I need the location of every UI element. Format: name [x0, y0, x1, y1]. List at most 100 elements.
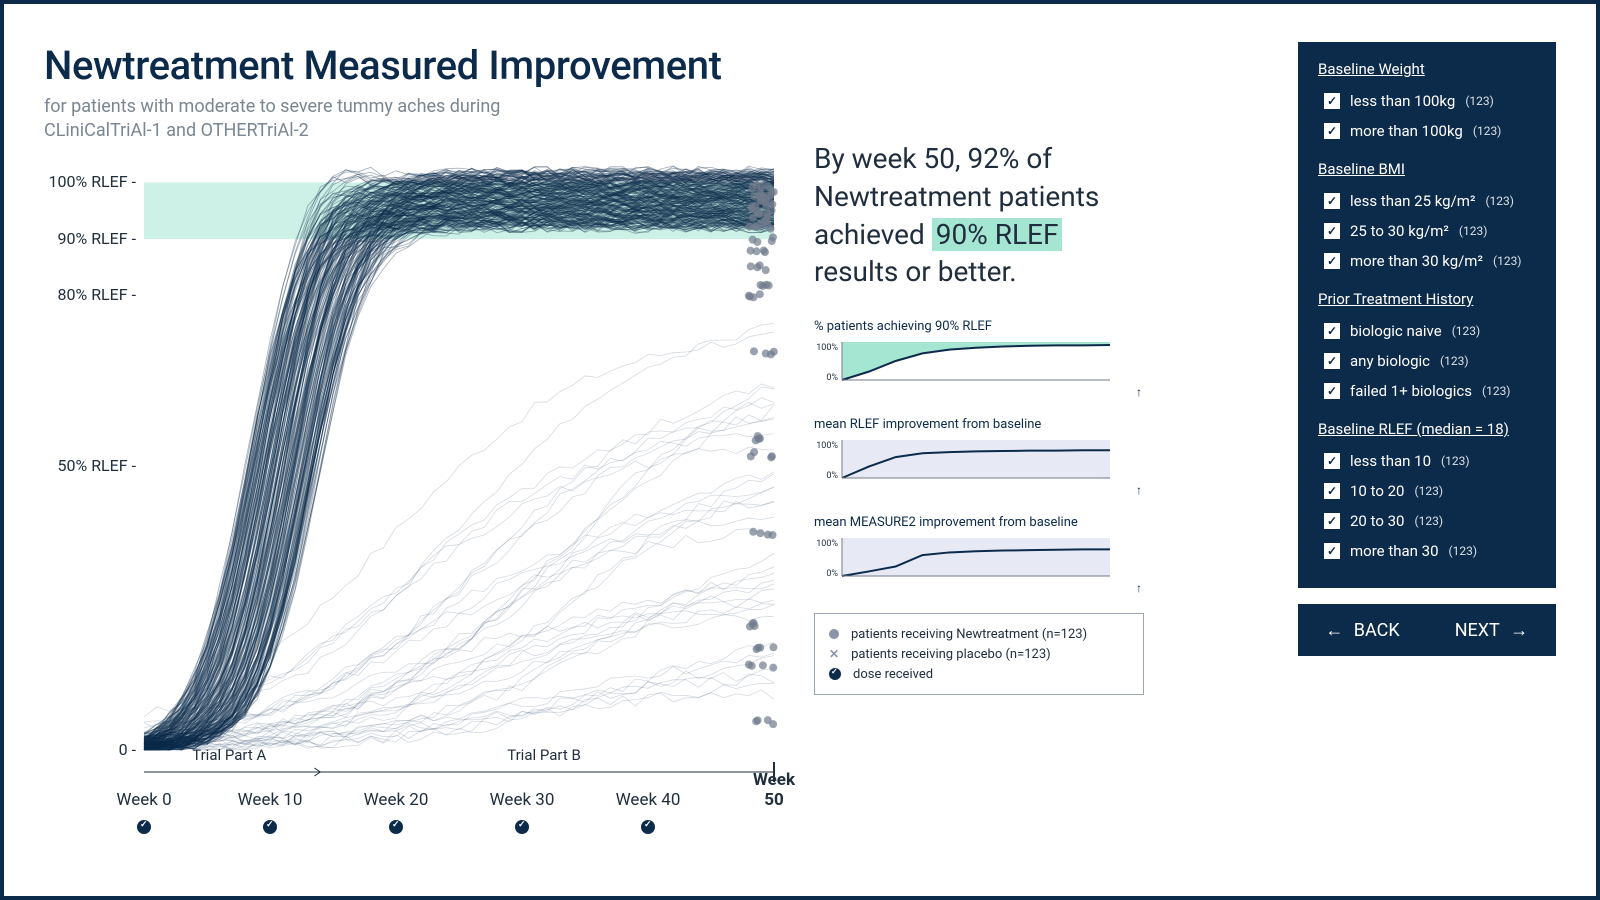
mini-chart: mean MEASURE2 improvement from baseline 1… [814, 515, 1144, 595]
filter-count: (123) [1414, 484, 1443, 498]
dose-marker-icon [515, 820, 529, 834]
page-subtitle: for patients with moderate to severe tum… [44, 95, 544, 144]
filter-count: (123) [1441, 454, 1470, 468]
dose-marker-icon [389, 820, 403, 834]
filter-count: (123) [1414, 514, 1443, 528]
y-tick-label: 100% RLEF - [44, 172, 136, 191]
mini-chart-title: mean RLEF improvement from baseline [814, 417, 1144, 432]
filter-label: failed 1+ biologics [1350, 382, 1472, 400]
svg-text:0%: 0% [826, 373, 838, 383]
checkbox-icon: ✓ [1324, 383, 1340, 399]
filter-count: (123) [1493, 254, 1522, 268]
filter-label: more than 100kg [1350, 122, 1463, 140]
filter-label: more than 30 [1350, 542, 1439, 560]
filter-label: biologic naive [1350, 322, 1442, 340]
filter-checkbox-row[interactable]: ✓ less than 100kg (123) [1318, 86, 1536, 116]
phase-label: Trial Part A [192, 746, 266, 764]
checkbox-icon: ✓ [1324, 253, 1340, 269]
filter-group-title: Prior Treatment History [1318, 290, 1536, 308]
back-button[interactable]: ← BACK [1298, 604, 1427, 656]
x-tick-label: Week 10 [238, 790, 303, 810]
filter-panel: Baseline Weight ✓ less than 100kg (123) ✓ mo… [1298, 42, 1556, 588]
legend-dose: dose received [853, 667, 933, 682]
checkbox-icon: ✓ [1324, 513, 1340, 529]
x-tick-label: Week 50 [753, 770, 795, 810]
checkbox-icon: ✓ [1324, 353, 1340, 369]
filter-count: (123) [1449, 544, 1478, 558]
up-arrow-icon: ↑ [814, 581, 1144, 595]
filter-count: (123) [1473, 124, 1502, 138]
checkbox-icon: ✓ [1324, 483, 1340, 499]
filter-count: (123) [1459, 224, 1488, 238]
dose-marker-icon [641, 820, 655, 834]
checkbox-icon: ✓ [1324, 543, 1340, 559]
checkbox-icon: ✓ [1324, 323, 1340, 339]
summary-column: By week 50, 92% of Newtreatment patients… [814, 42, 1144, 868]
spaghetti-chart-svg [44, 154, 784, 844]
x-tick-label: Week 40 [616, 790, 681, 810]
mini-chart: % patients achieving 90% RLEF 100% 0% ↑ [814, 319, 1144, 399]
filter-checkbox-row[interactable]: ✓ 20 to 30 (123) [1318, 506, 1536, 536]
next-button[interactable]: NEXT → [1427, 604, 1556, 656]
main-chart: 0 -50% RLEF -80% RLEF -90% RLEF -100% RL… [44, 154, 784, 844]
dot-icon [829, 629, 839, 639]
page-title: Newtreatment Measured Improvement [44, 42, 784, 89]
mini-chart-title: % patients achieving 90% RLEF [814, 319, 1144, 334]
filter-label: 20 to 30 [1350, 512, 1404, 530]
headline-highlight: 90% RLEF [932, 218, 1063, 251]
filter-group-title: Baseline BMI [1318, 160, 1536, 178]
filter-count: (123) [1465, 94, 1494, 108]
svg-text:0%: 0% [826, 471, 838, 481]
filter-group-title: Baseline RLEF (median = 18) [1318, 420, 1536, 438]
filter-checkbox-row[interactable]: ✓less than 25 kg/m² (123) [1318, 186, 1536, 216]
dose-marker-icon [137, 820, 151, 834]
mini-chart: mean RLEF improvement from baseline 100% 0… [814, 417, 1144, 497]
filter-count: (123) [1440, 354, 1469, 368]
check-icon [829, 668, 841, 680]
dose-marker-icon [263, 820, 277, 834]
svg-text:100%: 100% [816, 441, 838, 451]
filter-checkbox-row[interactable]: ✓ less than 10 (123) [1318, 446, 1536, 476]
filter-checkbox-row[interactable]: ✓ more than 100kg (123) [1318, 116, 1536, 146]
legend: patients receiving Newtreatment (n=123) … [814, 613, 1144, 695]
filter-group-title: Baseline Weight [1318, 60, 1536, 78]
filter-checkbox-row[interactable]: ✓ more than 30 (123) [1318, 536, 1536, 566]
filter-label: less than 10 [1350, 452, 1431, 470]
phase-label: Trial Part B [507, 746, 581, 764]
main-chart-panel: Newtreatment Measured Improvement for pa… [44, 42, 784, 868]
y-tick-label: 0 - [44, 740, 136, 759]
x-tick-label: Week 0 [116, 790, 171, 810]
y-tick-label: 80% RLEF - [44, 285, 136, 304]
filter-label: less than 100kg [1350, 92, 1455, 110]
checkbox-icon: ✓ [1324, 93, 1340, 109]
legend-placebo: patients receiving placebo (n=123) [851, 647, 1051, 662]
filter-label: 25 to 30 kg/m² [1350, 222, 1449, 240]
checkbox-icon: ✓ [1324, 223, 1340, 239]
headline-text: By week 50, 92% of Newtreatment patients… [814, 140, 1144, 291]
x-tick-label: Week 20 [364, 790, 429, 810]
legend-treatment: patients receiving Newtreatment (n=123) [851, 627, 1087, 642]
mini-chart-title: mean MEASURE2 improvement from baseline [814, 515, 1144, 530]
svg-text:100%: 100% [816, 539, 838, 549]
filter-checkbox-row[interactable]: ✓ 25 to 30 kg/m² (123) [1318, 216, 1536, 246]
checkbox-icon: ✓ [1324, 123, 1340, 139]
y-tick-label: 90% RLEF - [44, 229, 136, 248]
filter-checkbox-row[interactable]: ✓ more than 30 kg/m² (123) [1318, 246, 1536, 276]
filter-count: (123) [1485, 194, 1514, 208]
checkbox-icon: ✓ [1324, 453, 1340, 469]
filter-checkbox-row[interactable]: ✓ failed 1+ biologics (123) [1318, 376, 1536, 406]
svg-text:0%: 0% [826, 569, 838, 579]
filter-count: (123) [1482, 384, 1511, 398]
x-icon: ✕ [829, 647, 839, 661]
up-arrow-icon: ↑ [814, 385, 1144, 399]
x-tick-label: Week 30 [490, 790, 555, 810]
filter-label: more than 30 kg/m² [1350, 252, 1483, 270]
checkbox-icon: ✓ [1324, 193, 1340, 209]
svg-text:100%: 100% [816, 343, 838, 353]
filter-label: 10 to 20 [1350, 482, 1404, 500]
filter-checkbox-row[interactable]: ✓ any biologic (123) [1318, 346, 1536, 376]
filter-label: any biologic [1350, 352, 1430, 370]
filter-checkbox-row[interactable]: ✓ biologic naive (123) [1318, 316, 1536, 346]
filter-checkbox-row[interactable]: ✓ 10 to 20 (123) [1318, 476, 1536, 506]
filter-count: (123) [1452, 324, 1481, 338]
